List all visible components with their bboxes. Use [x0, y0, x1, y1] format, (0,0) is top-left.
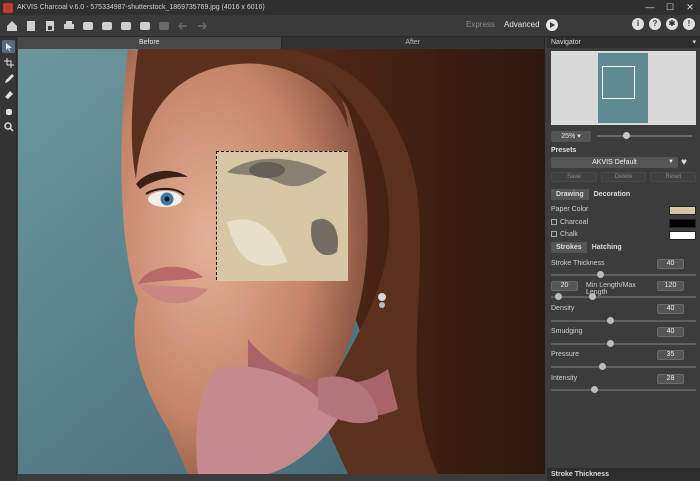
pressure-slider[interactable] — [551, 363, 696, 370]
navigator-viewport-frame[interactable] — [602, 66, 635, 99]
home-icon[interactable] — [5, 19, 19, 33]
charcoal-checkbox[interactable] — [551, 219, 557, 225]
paper-color-swatch[interactable] — [669, 206, 696, 215]
eraser-tool-icon[interactable] — [2, 88, 15, 101]
smudging-input[interactable]: 40 — [657, 327, 684, 337]
open-file-icon[interactable] — [24, 19, 38, 33]
undo-icon[interactable] — [176, 19, 190, 33]
help-icon[interactable]: ? — [649, 18, 661, 30]
tab-drawing[interactable]: Drawing — [551, 189, 589, 200]
stroke-thickness-input[interactable]: 40 — [657, 259, 684, 269]
save-preset-button[interactable]: Save — [551, 172, 597, 182]
info-icon[interactable]: i — [632, 18, 644, 30]
paper-color-label: Paper Color — [551, 206, 589, 213]
settings-brush-icon[interactable] — [119, 19, 133, 33]
zoom-dropdown[interactable]: 25% ▾ — [551, 130, 591, 142]
express-mode-link[interactable]: Express — [466, 20, 495, 29]
length-range-slider[interactable] — [551, 293, 696, 300]
pressure-input[interactable]: 35 — [657, 350, 684, 360]
close-button[interactable]: ✕ — [680, 0, 700, 15]
save-file-icon[interactable] — [43, 19, 57, 33]
main-toolbar — [0, 15, 700, 37]
intensity-label: Intensity — [551, 375, 578, 382]
density-slider[interactable] — [551, 317, 696, 324]
run-processing-button[interactable] — [546, 19, 558, 31]
brush-options-icon[interactable] — [138, 19, 152, 33]
left-toolbar — [0, 37, 17, 481]
hand-tool-icon[interactable] — [2, 104, 15, 117]
image-canvas[interactable] — [18, 49, 545, 474]
pencil-tool-icon[interactable] — [2, 72, 15, 85]
title-bar: AKVIS Charcoal v.6.0 - 575334987-shutter… — [0, 0, 700, 15]
charcoal-label: Charcoal — [560, 219, 589, 226]
app-logo-icon — [3, 2, 13, 13]
maximize-button[interactable]: ☐ — [660, 0, 680, 15]
crop-tool-icon[interactable] — [2, 56, 15, 69]
tab-before[interactable]: Before — [18, 37, 282, 49]
tab-strokes[interactable]: Strokes — [551, 242, 587, 253]
collapse-navigator-icon[interactable]: ▾ — [692, 37, 696, 48]
window-title: AKVIS Charcoal v.6.0 - 575334987-shutter… — [17, 4, 265, 11]
advanced-mode-link[interactable]: Advanced — [504, 20, 540, 29]
stroke-thickness-label: Stroke Thickness — [551, 260, 605, 267]
presets-title: Presets — [551, 147, 577, 154]
print-icon[interactable] — [62, 19, 76, 33]
navigator-title: Navigator — [551, 39, 581, 46]
settings-panel: Navigator ▾ 25% ▾ Presets AKVIS Default ▼… — [547, 37, 700, 481]
min-length-input[interactable]: 20 — [551, 281, 578, 291]
tab-hatching[interactable]: Hatching — [587, 242, 627, 253]
chalk-checkbox[interactable] — [551, 231, 557, 237]
zoom-slider[interactable] — [597, 132, 692, 139]
density-label: Density — [551, 305, 575, 312]
intensity-slider[interactable] — [551, 386, 696, 393]
share-icon[interactable] — [81, 19, 95, 33]
charcoal-color-swatch[interactable] — [669, 219, 696, 228]
chalk-label: Chalk — [560, 231, 578, 238]
preset-dropdown[interactable]: AKVIS Default ▼ — [551, 157, 678, 168]
redo-icon[interactable] — [195, 19, 209, 33]
smudging-label: Smudging — [551, 328, 583, 335]
fragment-tool-icon[interactable] — [2, 40, 15, 53]
smudging-slider[interactable] — [551, 340, 696, 347]
navigator-preview[interactable] — [551, 51, 696, 125]
hint-panel-title: Stroke Thickness — [547, 468, 700, 481]
chalk-color-swatch[interactable] — [669, 231, 696, 240]
tab-decoration[interactable]: Decoration — [589, 189, 636, 200]
minimize-button[interactable]: — — [640, 0, 660, 15]
density-input[interactable]: 40 — [657, 304, 684, 314]
intensity-input[interactable]: 28 — [657, 374, 684, 384]
tab-after[interactable]: After — [281, 37, 545, 49]
notifications-icon[interactable]: ! — [683, 18, 695, 30]
pressure-label: Pressure — [551, 351, 580, 358]
max-length-input[interactable]: 120 — [657, 281, 684, 291]
preview-fragment[interactable] — [216, 151, 348, 281]
stroke-thickness-slider[interactable] — [551, 271, 696, 278]
settings-gear-icon[interactable]: ✱ — [666, 18, 678, 30]
delete-preset-button[interactable]: Delete — [600, 172, 647, 182]
reset-preset-button[interactable]: Reset — [650, 172, 697, 182]
favorite-heart-icon[interactable]: ♥ — [681, 157, 692, 168]
batch-icon[interactable] — [100, 19, 114, 33]
zoom-tool-icon[interactable] — [2, 120, 15, 133]
disabled-tool-icon — [157, 19, 171, 33]
